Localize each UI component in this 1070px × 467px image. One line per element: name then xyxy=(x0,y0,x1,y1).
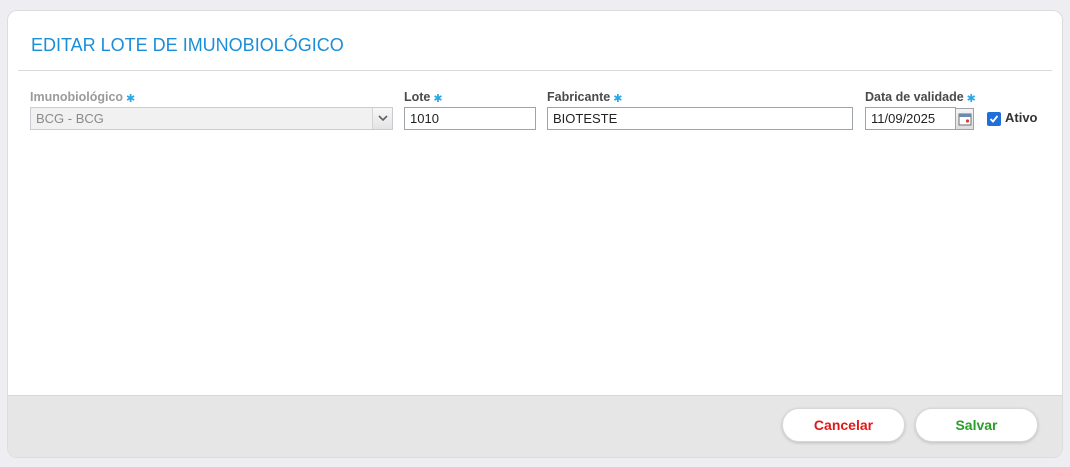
imunobiologico-label: Imunobiológico ✱ xyxy=(30,90,136,105)
imunobiologico-label-text: Imunobiológico xyxy=(30,90,124,104)
calendar-icon xyxy=(958,113,972,126)
imunobiologico-select[interactable]: BCG - BCG xyxy=(30,107,393,130)
ativo-checkbox-label[interactable]: Ativo xyxy=(1005,110,1038,125)
data-validade-input[interactable]: 11/09/2025 xyxy=(865,107,956,130)
modal-footer: Cancelar Salvar xyxy=(8,395,1062,457)
edit-batch-modal: EDITAR LOTE DE IMUNOBIOLÓGICO Imunobioló… xyxy=(7,10,1063,458)
fabricante-input[interactable]: BIOTESTE xyxy=(547,107,853,130)
chevron-down-icon xyxy=(378,115,388,122)
required-asterisk-icon: ✱ xyxy=(613,93,623,105)
required-asterisk-icon: ✱ xyxy=(433,93,443,105)
select-dropdown-button[interactable] xyxy=(372,108,392,129)
lote-label-text: Lote xyxy=(404,90,431,104)
data-validade-label: Data de validade ✱ xyxy=(865,90,976,105)
fabricante-label-text: Fabricante xyxy=(547,90,611,104)
fabricante-label: Fabricante ✱ xyxy=(547,90,623,105)
modal-title: EDITAR LOTE DE IMUNOBIOLÓGICO xyxy=(31,35,344,55)
lote-label: Lote ✱ xyxy=(404,90,443,105)
date-picker-button[interactable] xyxy=(955,108,974,130)
required-asterisk-icon: ✱ xyxy=(126,93,136,105)
data-validade-label-text: Data de validade xyxy=(865,90,964,104)
checkmark-icon xyxy=(989,115,999,123)
ativo-checkbox[interactable] xyxy=(987,112,1001,126)
imunobiologico-select-value: BCG - BCG xyxy=(36,111,104,126)
required-asterisk-icon: ✱ xyxy=(966,93,976,105)
lote-input[interactable]: 1010 xyxy=(404,107,536,130)
save-button[interactable]: Salvar xyxy=(915,408,1038,442)
title-divider xyxy=(18,70,1052,71)
cancel-button[interactable]: Cancelar xyxy=(782,408,905,442)
